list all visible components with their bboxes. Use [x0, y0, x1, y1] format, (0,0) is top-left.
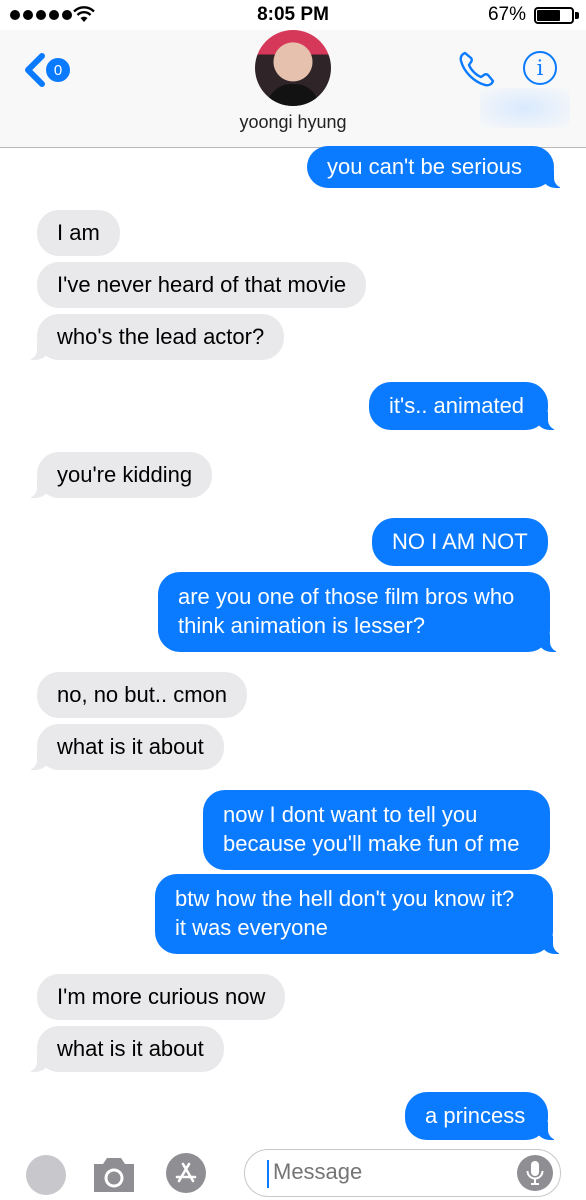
call-button[interactable]	[456, 48, 498, 95]
message-text: no, no but.. cmon	[57, 682, 227, 707]
message-text: you can't be serious	[327, 154, 522, 179]
message-input[interactable]	[273, 1159, 503, 1185]
battery-tip	[575, 12, 579, 19]
message-text: now I dont want to tell you	[223, 802, 478, 827]
sent-message-bubble[interactable]: you can't be serious	[307, 146, 568, 188]
message-text: you're kidding	[57, 462, 193, 487]
sent-message-bubble[interactable]: now I dont want to tell you because you'l…	[203, 790, 550, 870]
received-message-bubble[interactable]: you're kidding	[22, 452, 213, 498]
text-caret	[267, 1160, 269, 1188]
message-text: think animation is lesser?	[178, 613, 426, 638]
battery-icon	[534, 7, 574, 24]
received-message-bubble[interactable]: what is it about	[23, 724, 224, 770]
battery-level	[537, 10, 560, 21]
message-field[interactable]	[244, 1149, 561, 1197]
message-composer	[0, 1140, 586, 1200]
digital-touch-icon[interactable]	[26, 1155, 66, 1195]
message-text: NO I AM NOT	[392, 529, 528, 554]
info-icon: i	[536, 56, 544, 80]
message-text: what is it about	[57, 1036, 204, 1061]
status-bar: 8:05 PM 67%	[0, 0, 586, 30]
sent-message-bubble[interactable]: a princess	[405, 1092, 562, 1140]
battery-percentage: 67%	[487, 4, 526, 25]
message-text: I've never heard of that movie	[57, 272, 347, 297]
received-message-bubble[interactable]: I am	[37, 210, 120, 256]
sent-message-bubble[interactable]: btw how the hell don't you know it? it wa…	[155, 874, 567, 954]
conversation-header: 0 yoongi hyung i	[0, 30, 586, 148]
received-message-bubble[interactable]: no, no but.. cmon	[37, 672, 247, 718]
phone-icon	[459, 51, 495, 87]
message-text: what is it about	[57, 734, 204, 759]
app-store-glyph	[175, 1162, 197, 1183]
sent-message-bubble[interactable]: NO I AM NOT	[372, 518, 548, 566]
unread-count-badge: 0	[46, 58, 70, 82]
camera-button[interactable]	[90, 1152, 138, 1200]
message-text: I am	[57, 220, 100, 245]
back-button[interactable]: 0	[22, 52, 70, 88]
avatar-shirt	[267, 84, 319, 106]
message-text: a princess	[425, 1103, 526, 1128]
camera-icon	[94, 1158, 134, 1192]
message-text: are you one of those film bros who	[178, 584, 515, 609]
message-text: it's.. animated	[389, 393, 525, 418]
message-text: because you'll make fun of me	[223, 831, 520, 856]
received-message-bubble[interactable]: what is it about	[23, 1026, 224, 1072]
info-button[interactable]: i	[523, 51, 557, 85]
sent-message-bubble[interactable]: are you one of those film bros who think …	[158, 572, 564, 652]
message-text: I'm more curious now	[57, 984, 266, 1009]
received-message-bubble[interactable]: I've never heard of that movie	[37, 262, 367, 308]
microphone-button[interactable]	[517, 1155, 553, 1191]
app-store-icon[interactable]	[166, 1153, 206, 1193]
message-text: it was everyone	[175, 915, 328, 940]
chevron-left-icon	[25, 53, 45, 87]
microphone-icon	[526, 1161, 544, 1185]
message-text: btw how the hell don't you know it?	[175, 886, 515, 911]
sent-message-bubble[interactable]: it's.. animated	[369, 382, 562, 430]
contact-avatar[interactable]	[255, 30, 331, 106]
received-message-bubble[interactable]: who's the lead actor?	[22, 314, 285, 360]
message-text: who's the lead actor?	[57, 324, 265, 349]
received-message-bubble[interactable]: I'm more curious now	[37, 974, 286, 1020]
